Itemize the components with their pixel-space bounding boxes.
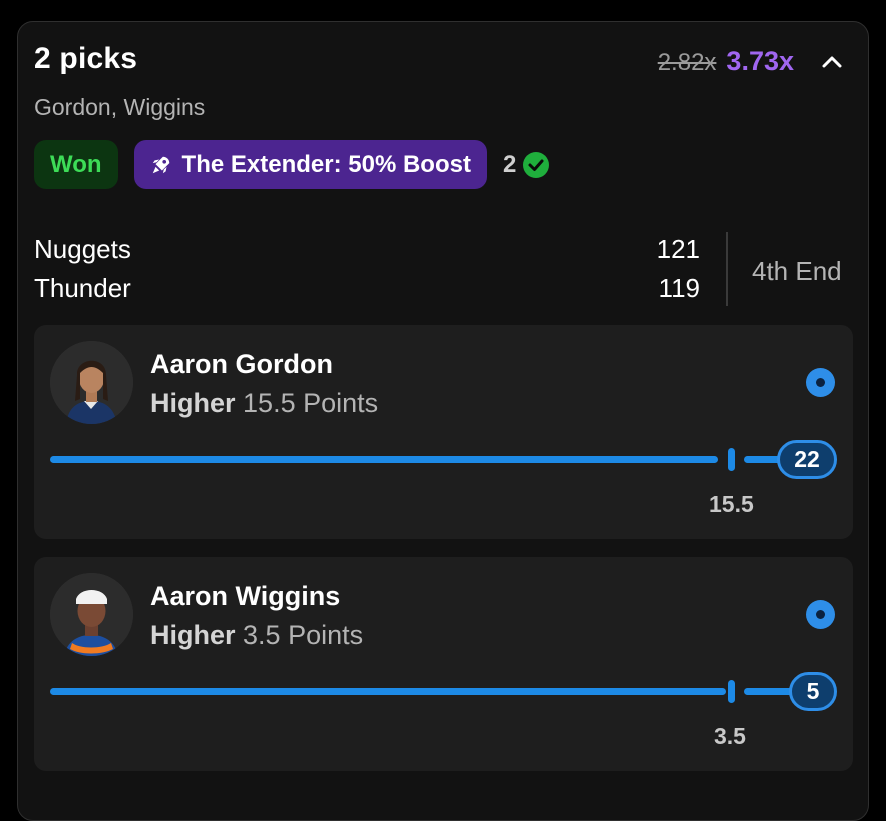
- correct-count-value: 2: [502, 150, 517, 178]
- won-badge: Won: [34, 140, 118, 189]
- scoreboard: Nuggets 121 Thunder 119 4th End: [34, 232, 854, 312]
- team-row: Thunder 119: [34, 273, 700, 304]
- actual-stat-pill: 5: [789, 672, 837, 711]
- rocket-icon: [152, 156, 169, 173]
- pick-line-text: 3.5 Points: [243, 620, 364, 650]
- player-name: Aaron Wiggins: [150, 581, 341, 611]
- progress-bar: [50, 688, 726, 695]
- line-value-label: 3.5: [714, 723, 746, 749]
- multiplier: 2.82x 3.73x: [658, 46, 794, 77]
- line-value-label: 15.5: [709, 491, 754, 517]
- boost-badge[interactable]: The Extender: 50% Boost: [133, 140, 487, 189]
- player-headshot-icon: [50, 341, 133, 424]
- pick-line: Higher 15.5 Points: [150, 388, 378, 419]
- boost-label: The Extender: 50% Boost: [181, 150, 471, 178]
- pick-card[interactable]: Aaron Wiggins Higher 3.5 Points 5 3.5: [34, 557, 853, 771]
- boosted-multiplier: 3.73x: [726, 46, 794, 76]
- progress-bar-overflow: [744, 688, 794, 695]
- pick-line: Higher 3.5 Points: [150, 620, 363, 651]
- team-score: 121: [656, 234, 700, 264]
- progress-bar: [50, 456, 718, 463]
- pick-direction: Higher: [150, 388, 236, 418]
- live-status-icon: [806, 600, 835, 629]
- game-status: 4th End: [752, 256, 842, 286]
- line-marker: [728, 448, 735, 471]
- entry-title: 2 picks: [34, 42, 138, 75]
- line-marker: [728, 680, 735, 703]
- badge-row: Won The Extender: 50% Boost 2: [34, 140, 550, 189]
- original-multiplier: 2.82x: [657, 49, 717, 76]
- progress-track: 5: [50, 667, 837, 717]
- team-row: Nuggets 121: [34, 234, 700, 265]
- collapse-button[interactable]: [816, 46, 848, 78]
- divider: [726, 232, 728, 306]
- pick-line-text: 15.5 Points: [243, 388, 379, 418]
- player-avatar: [50, 573, 133, 656]
- actual-stat-pill: 22: [777, 440, 837, 479]
- players-summary: Gordon, Wiggins: [34, 94, 206, 120]
- check-circle-icon: [523, 151, 550, 178]
- team-name: Thunder: [34, 273, 131, 303]
- entry-card: 2 picks Gordon, Wiggins 2.82x 3.73x Won …: [17, 21, 869, 821]
- correct-count: 2: [503, 151, 550, 179]
- live-status-icon: [806, 368, 835, 397]
- player-avatar: [50, 341, 133, 424]
- team-name: Nuggets: [34, 234, 131, 264]
- pick-direction: Higher: [150, 620, 236, 650]
- player-headshot-icon: [50, 573, 133, 656]
- player-name: Aaron Gordon: [150, 349, 333, 379]
- progress-track: 22: [50, 435, 837, 485]
- chevron-up-icon: [822, 56, 842, 68]
- pick-card[interactable]: Aaron Gordon Higher 15.5 Points 22 15.5: [34, 325, 853, 539]
- team-score: 119: [658, 273, 700, 303]
